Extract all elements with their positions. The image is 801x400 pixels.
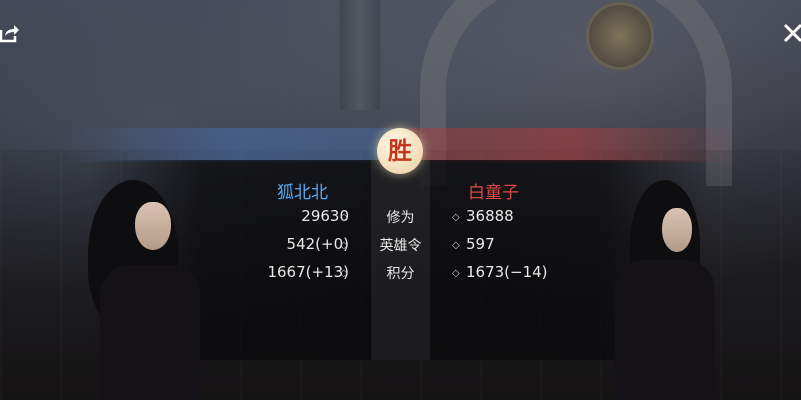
diamond-icon: ◇ bbox=[340, 240, 348, 251]
left-stat-score: 1667(+13) bbox=[267, 263, 349, 281]
diamond-icon: ◇ bbox=[340, 268, 348, 279]
share-icon[interactable] bbox=[0, 22, 20, 44]
stat-label-score: 积分 bbox=[386, 266, 415, 282]
background-pillar bbox=[340, 0, 380, 110]
stat-label-hero-token: 英雄令 bbox=[379, 238, 422, 254]
stat-label-cultivation: 修为 bbox=[386, 210, 415, 226]
left-player-name: 狐北北 bbox=[277, 183, 328, 203]
close-icon[interactable] bbox=[782, 22, 801, 44]
right-stat-hero-token: 597 bbox=[466, 235, 495, 253]
diamond-icon: ◇ bbox=[340, 212, 348, 223]
diamond-icon: ◇ bbox=[452, 268, 460, 279]
left-player-character bbox=[80, 170, 210, 400]
right-player-name: 白童子 bbox=[468, 183, 519, 203]
diamond-icon: ◇ bbox=[452, 212, 460, 223]
right-stat-cultivation: 36888 bbox=[466, 207, 514, 225]
diamond-icon: ◇ bbox=[452, 240, 460, 251]
stat-label-column bbox=[371, 160, 430, 360]
background-medallion bbox=[586, 2, 654, 70]
right-player-character bbox=[600, 180, 720, 400]
right-stat-score: 1673(−14) bbox=[466, 263, 548, 281]
victory-badge: 胜 bbox=[377, 128, 423, 174]
